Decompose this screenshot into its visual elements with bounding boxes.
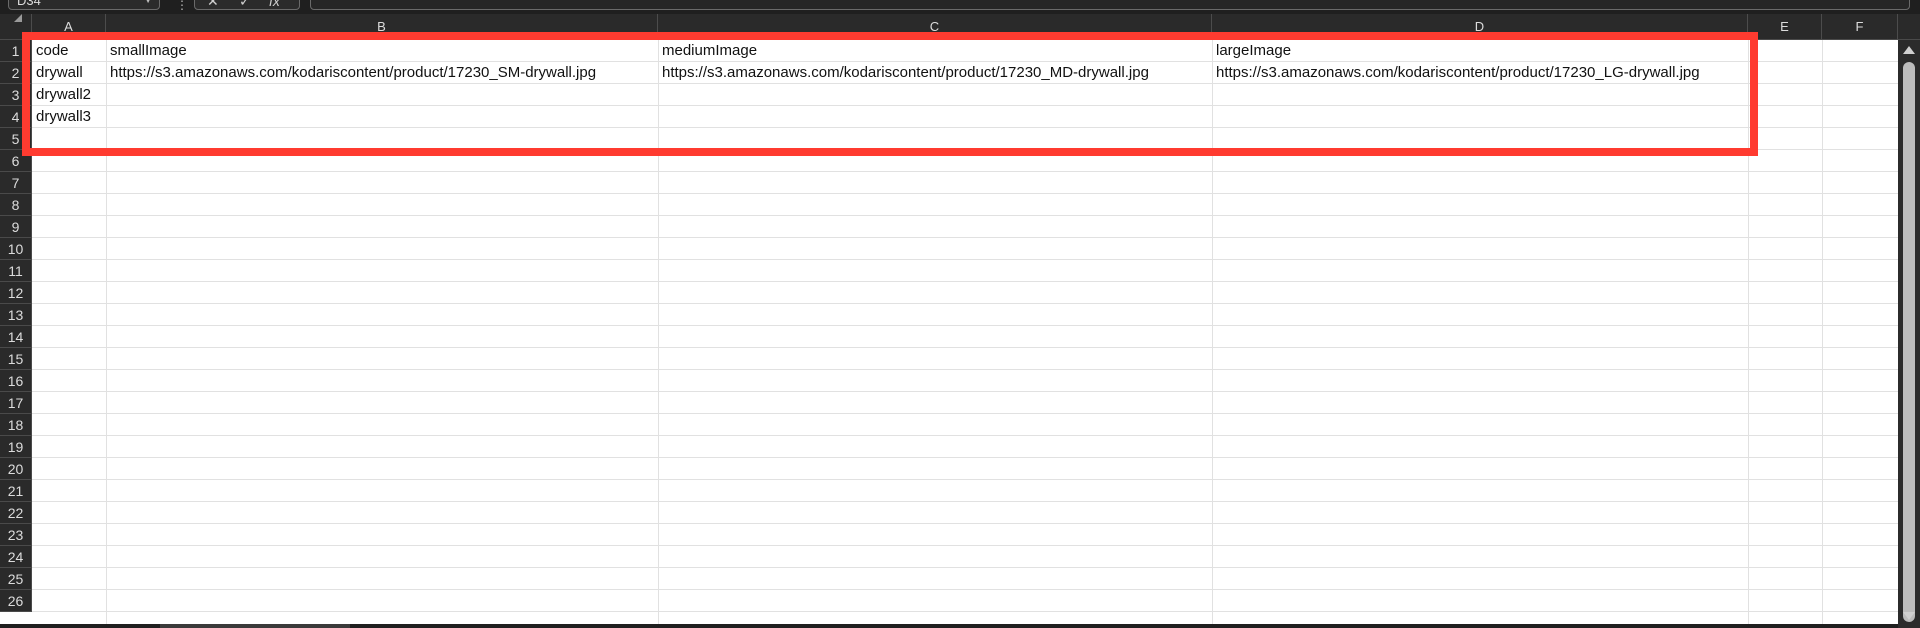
grid-line	[32, 501, 1898, 502]
cancel-icon[interactable]: ✕	[207, 0, 219, 11]
row-header-7[interactable]: 7	[0, 172, 32, 194]
scroll-down-icon[interactable]	[1903, 612, 1915, 620]
row-header-16[interactable]: 16	[0, 370, 32, 392]
row-header-26[interactable]: 26	[0, 590, 32, 612]
name-box-value: D34	[17, 0, 41, 8]
more-options-icon[interactable]: ⋮	[176, 0, 188, 11]
vertical-scrollbar[interactable]	[1898, 40, 1920, 628]
formula-input[interactable]	[310, 0, 1910, 10]
cell-a3[interactable]: drywall2	[32, 84, 91, 106]
row-header-22[interactable]: 22	[0, 502, 32, 524]
grid-line	[32, 391, 1898, 392]
row-header-10[interactable]: 10	[0, 238, 32, 260]
grid-line	[106, 40, 107, 628]
grid-line	[32, 413, 1898, 414]
grid-line	[32, 193, 1898, 194]
grid-line	[32, 369, 1898, 370]
grid-line	[32, 237, 1898, 238]
grid-line	[32, 325, 1898, 326]
cell-c1[interactable]: mediumImage	[658, 40, 757, 62]
formula-actions: ✕ ✓ fx	[194, 0, 300, 10]
chevron-down-icon[interactable]: ▼	[143, 0, 153, 11]
grid-line	[1748, 40, 1749, 628]
cell-d1[interactable]: largeImage	[1212, 40, 1291, 62]
row-header-24[interactable]: 24	[0, 546, 32, 568]
sheet-tab[interactable]	[160, 624, 350, 628]
cell-d2[interactable]: https://s3.amazonaws.com/kodariscontent/…	[1212, 62, 1700, 84]
cell-a4[interactable]: drywall3	[32, 106, 91, 128]
grid-line	[32, 479, 1898, 480]
row-header-4[interactable]: 4	[0, 106, 32, 128]
grid-line	[32, 567, 1898, 568]
grid-line	[32, 523, 1898, 524]
function-icon[interactable]: fx	[269, 0, 280, 11]
grid-line	[32, 347, 1898, 348]
row-header-21[interactable]: 21	[0, 480, 32, 502]
grid-line	[32, 149, 1898, 150]
row-header-17[interactable]: 17	[0, 392, 32, 414]
column-header-e[interactable]: E	[1748, 14, 1822, 40]
grid-line	[32, 611, 1898, 612]
row-header-5[interactable]: 5	[0, 128, 32, 150]
formula-bar: D34 ▼ ⋮ ✕ ✓ fx	[0, 0, 1920, 14]
row-header-23[interactable]: 23	[0, 524, 32, 546]
row-header-19[interactable]: 19	[0, 436, 32, 458]
row-header-1[interactable]: 1	[0, 40, 32, 62]
sheet-tab-strip	[0, 624, 1898, 628]
scroll-up-icon[interactable]	[1903, 46, 1915, 54]
grid-line	[32, 589, 1898, 590]
row-header-9[interactable]: 9	[0, 216, 32, 238]
cell-a1[interactable]: code	[32, 40, 69, 62]
grid-line	[32, 127, 1898, 128]
column-header-a[interactable]: A	[32, 14, 106, 40]
enter-icon[interactable]: ✓	[239, 0, 251, 11]
cell-a2[interactable]: drywall	[32, 62, 83, 84]
grid-line	[32, 171, 1898, 172]
name-box[interactable]: D34 ▼	[8, 0, 160, 10]
grid-line	[1822, 40, 1823, 628]
grid-line	[32, 259, 1898, 260]
cell-b1[interactable]: smallImage	[106, 40, 187, 62]
row-header-13[interactable]: 13	[0, 304, 32, 326]
grid-line	[32, 281, 1898, 282]
cell-grid[interactable]: code smallImage mediumImage largeImage d…	[32, 40, 1898, 628]
column-header-d[interactable]: D	[1212, 14, 1748, 40]
row-header-8[interactable]: 8	[0, 194, 32, 216]
scrollbar-thumb[interactable]	[1903, 62, 1915, 622]
row-header-14[interactable]: 14	[0, 326, 32, 348]
row-header-6[interactable]: 6	[0, 150, 32, 172]
spreadsheet-app: D34 ▼ ⋮ ✕ ✓ fx A B C D E F 1 2 3 4 5 6 7…	[0, 0, 1920, 628]
row-header-20[interactable]: 20	[0, 458, 32, 480]
row-header-12[interactable]: 12	[0, 282, 32, 304]
row-header-11[interactable]: 11	[0, 260, 32, 282]
grid-line	[32, 105, 1898, 106]
column-header-c[interactable]: C	[658, 14, 1212, 40]
grid-line	[32, 215, 1898, 216]
row-header-15[interactable]: 15	[0, 348, 32, 370]
column-header-f[interactable]: F	[1822, 14, 1898, 40]
grid-line	[32, 435, 1898, 436]
row-header-25[interactable]: 25	[0, 568, 32, 590]
grid-line	[658, 40, 659, 628]
grid-line	[32, 457, 1898, 458]
column-header-b[interactable]: B	[106, 14, 658, 40]
select-all-triangle-icon[interactable]	[14, 14, 22, 22]
row-header-3[interactable]: 3	[0, 84, 32, 106]
cell-c2[interactable]: https://s3.amazonaws.com/kodariscontent/…	[658, 62, 1149, 84]
column-header-row: A B C D E F	[0, 14, 1920, 40]
row-header-2[interactable]: 2	[0, 62, 32, 84]
cell-b2[interactable]: https://s3.amazonaws.com/kodariscontent/…	[106, 62, 596, 84]
grid-line	[32, 545, 1898, 546]
row-header-18[interactable]: 18	[0, 414, 32, 436]
grid-line	[32, 303, 1898, 304]
grid-line	[1212, 40, 1213, 628]
